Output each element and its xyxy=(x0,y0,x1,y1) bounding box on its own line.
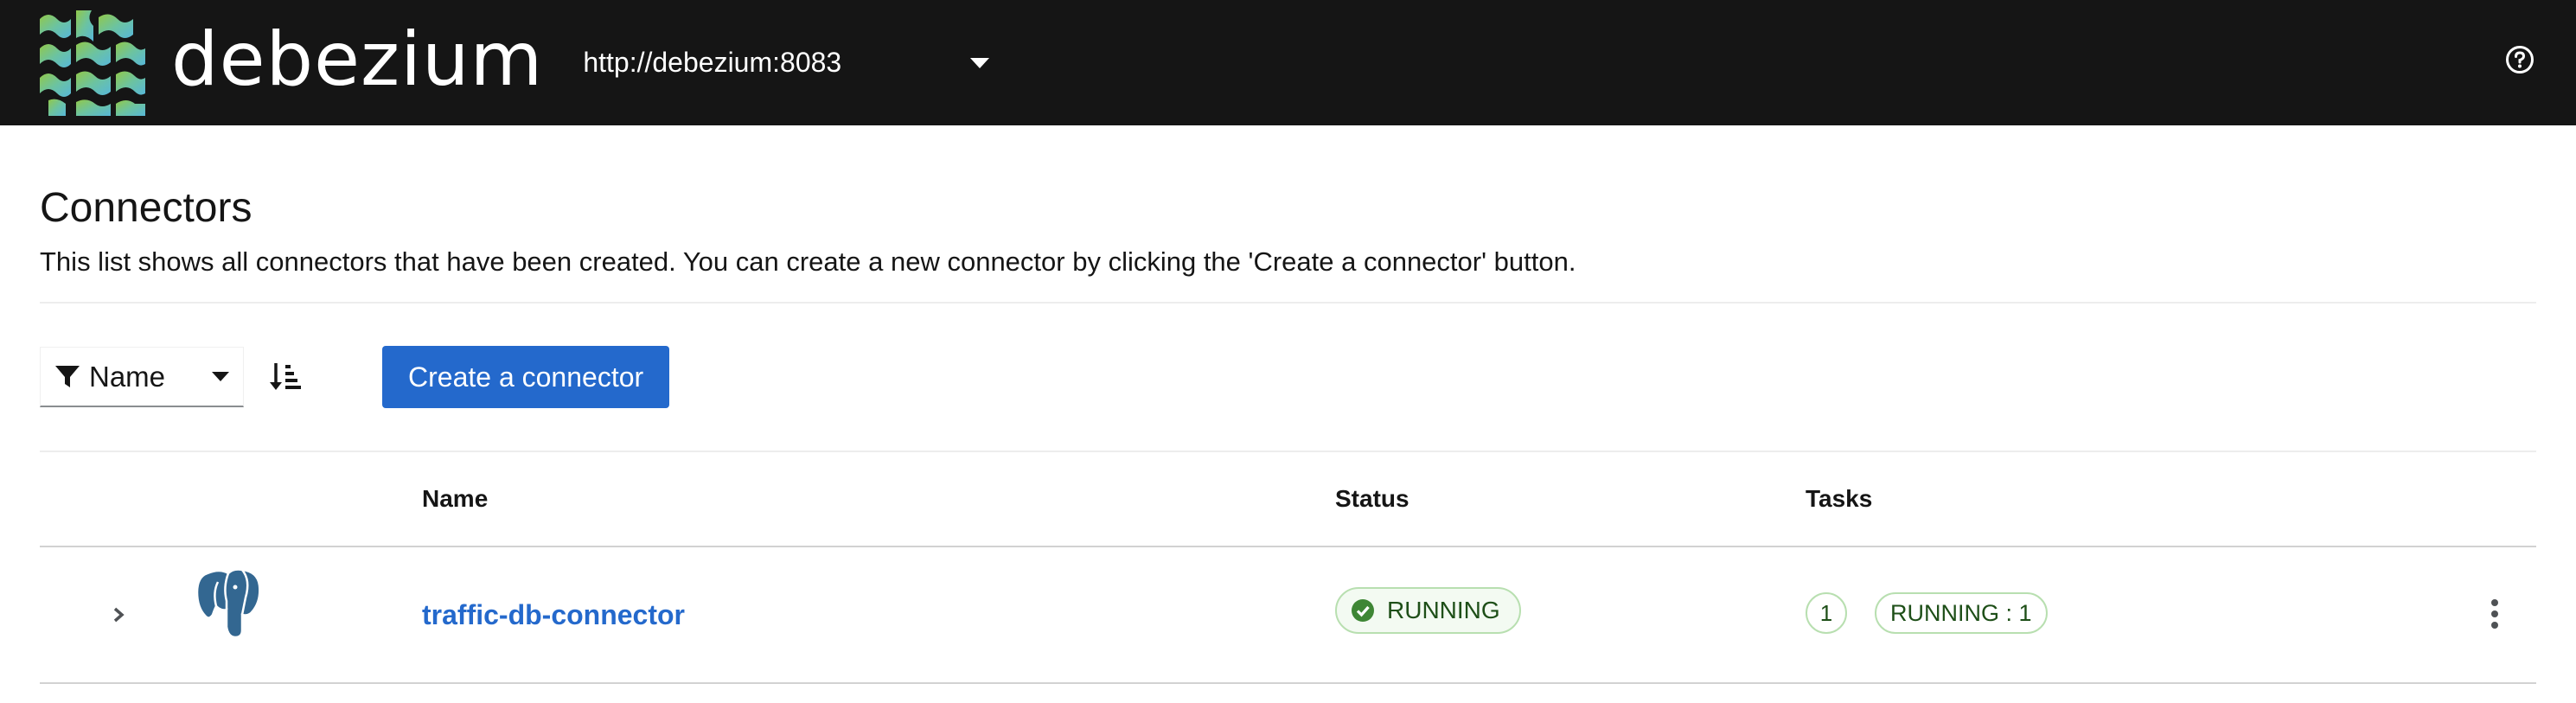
connector-name-link[interactable]: traffic-db-connector xyxy=(422,599,685,631)
chevron-right-icon[interactable] xyxy=(109,603,128,627)
debezium-logo-mark-icon xyxy=(40,10,145,116)
help-circle-icon[interactable] xyxy=(2505,45,2534,74)
task-count-badge: 1 xyxy=(1806,592,1847,634)
main-content: Connectors This list shows all connector… xyxy=(0,188,2576,684)
check-circle-icon xyxy=(1352,599,1374,622)
column-header-status[interactable]: Status xyxy=(1335,485,1409,513)
connectors-toolbar: Name Create a connector xyxy=(40,304,2536,452)
table-row: traffic-db-connector RUNNING 1 RUNNING :… xyxy=(40,547,2536,684)
server-url-value: http://debezium:8083 xyxy=(583,47,842,78)
create-connector-button[interactable]: Create a connector xyxy=(382,346,670,408)
caret-down-icon xyxy=(970,57,990,68)
page-description: This list shows all connectors that have… xyxy=(40,246,1576,277)
top-navbar: debezium http://debezium:8083 xyxy=(0,0,2576,125)
postgresql-elephant-icon xyxy=(195,568,261,639)
filter-icon xyxy=(55,365,80,387)
filter-attribute-select[interactable]: Name xyxy=(40,347,244,407)
table-header: Name Status Tasks xyxy=(40,452,2536,547)
task-status-badge: RUNNING : 1 xyxy=(1875,592,2048,634)
kebab-menu-icon[interactable] xyxy=(2488,598,2502,630)
column-header-tasks[interactable]: Tasks xyxy=(1806,485,1872,513)
status-badge: RUNNING xyxy=(1335,587,1521,634)
server-url-select[interactable]: http://debezium:8083 xyxy=(583,47,990,79)
debezium-logo[interactable]: debezium xyxy=(40,10,543,116)
status-text: RUNNING xyxy=(1387,597,1500,623)
sort-amount-down-icon[interactable] xyxy=(268,360,303,394)
column-header-name[interactable]: Name xyxy=(422,485,488,513)
page-title: Connectors xyxy=(40,185,252,231)
logo-text: debezium xyxy=(171,16,544,103)
caret-down-icon xyxy=(212,372,229,381)
filter-attribute-label: Name xyxy=(89,360,166,393)
